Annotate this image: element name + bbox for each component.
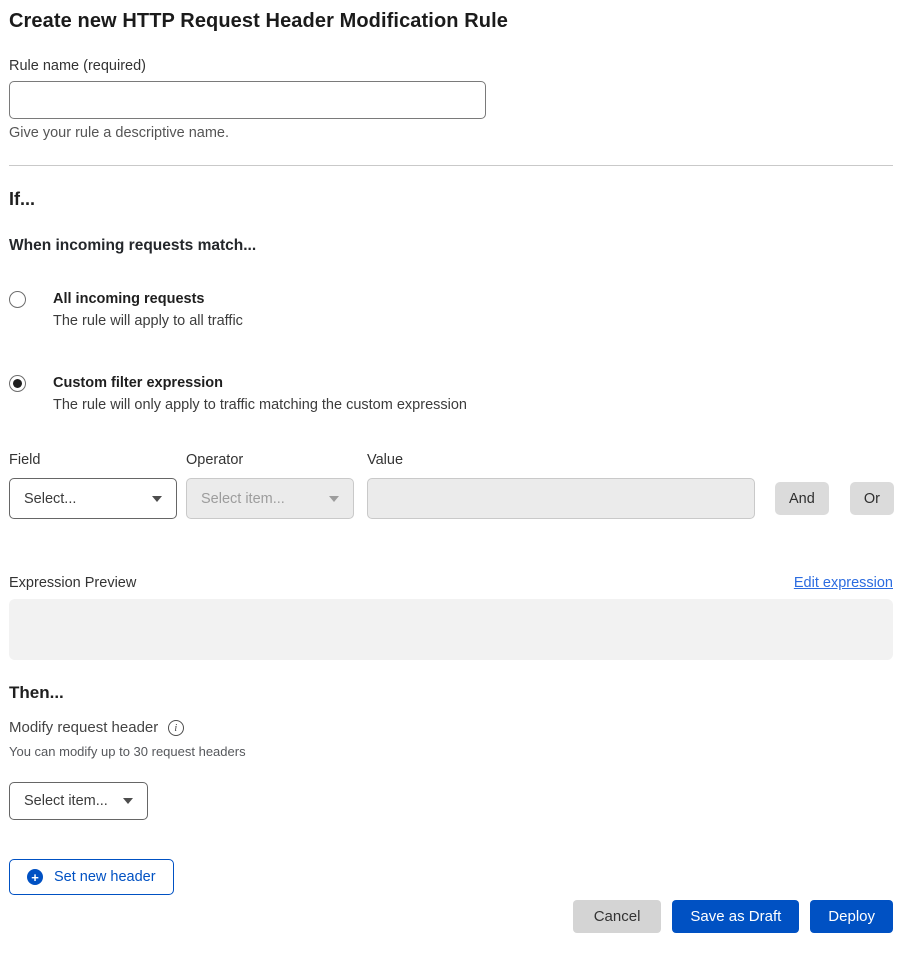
field-column: Field Select... [9, 451, 177, 519]
section-divider [9, 165, 893, 166]
andor-button-group: And Or [775, 482, 894, 515]
operator-select[interactable]: Select item... [186, 478, 354, 519]
if-heading: If... [9, 187, 893, 211]
radio-label-all-incoming: All incoming requests [53, 290, 243, 308]
set-new-header-label: Set new header [54, 869, 156, 885]
rule-name-helper: Give your rule a descriptive name. [9, 124, 893, 142]
field-select[interactable]: Select... [9, 478, 177, 519]
save-as-draft-button[interactable]: Save as Draft [672, 900, 799, 933]
chevron-down-icon [329, 496, 339, 502]
chevron-down-icon [123, 798, 133, 804]
and-button[interactable]: And [775, 482, 829, 515]
expression-preview-row: Expression Preview Edit expression [9, 574, 893, 592]
value-column: Value [367, 451, 755, 519]
deploy-button[interactable]: Deploy [810, 900, 893, 933]
or-button[interactable]: Or [850, 482, 894, 515]
rule-name-label: Rule name (required) [9, 57, 893, 75]
modify-header-helper: You can modify up to 30 request headers [9, 744, 893, 760]
value-label: Value [367, 451, 755, 469]
chevron-down-icon [152, 496, 162, 502]
value-input[interactable] [367, 478, 755, 519]
operator-column: Operator Select item... [186, 451, 354, 519]
rule-name-input[interactable] [9, 81, 486, 119]
info-icon[interactable]: i [168, 720, 184, 736]
radio-texts: All incoming requests The rule will appl… [53, 290, 243, 330]
operator-label: Operator [186, 451, 354, 469]
radio-button-icon[interactable] [9, 291, 26, 308]
radio-desc-all-incoming: The rule will apply to all traffic [53, 312, 243, 330]
operator-select-value: Select item... [201, 491, 285, 507]
field-label: Field [9, 451, 177, 469]
radio-dot [13, 379, 22, 388]
header-select[interactable]: Select item... [9, 782, 148, 820]
radio-option-custom-filter[interactable]: Custom filter expression The rule will o… [9, 374, 893, 414]
set-new-header-button[interactable]: + Set new header [9, 859, 174, 895]
radio-label-custom-filter: Custom filter expression [53, 374, 467, 392]
then-heading: Then... [9, 682, 893, 704]
match-subheading: When incoming requests match... [9, 236, 893, 256]
radio-button-icon[interactable] [9, 375, 26, 392]
cancel-button[interactable]: Cancel [573, 900, 662, 933]
radio-dot [13, 295, 22, 304]
page-title: Create new HTTP Request Header Modificat… [9, 8, 893, 34]
footer-actions: Cancel Save as Draft Deploy [9, 900, 893, 933]
modify-header-row: Modify request header i [9, 718, 893, 737]
plus-icon: + [27, 869, 43, 885]
expression-preview-label: Expression Preview [9, 574, 136, 592]
expression-builder-row: Field Select... Operator Select item... … [9, 451, 893, 519]
header-select-value: Select item... [24, 793, 108, 809]
create-rule-form: Create new HTTP Request Header Modificat… [0, 0, 899, 951]
expression-preview-box [9, 599, 893, 660]
radio-desc-custom-filter: The rule will only apply to traffic matc… [53, 396, 467, 414]
field-select-value: Select... [24, 491, 76, 507]
edit-expression-link[interactable]: Edit expression [794, 575, 893, 591]
radio-texts: Custom filter expression The rule will o… [53, 374, 467, 414]
radio-option-all-incoming[interactable]: All incoming requests The rule will appl… [9, 290, 893, 330]
modify-request-header-label: Modify request header [9, 718, 158, 737]
